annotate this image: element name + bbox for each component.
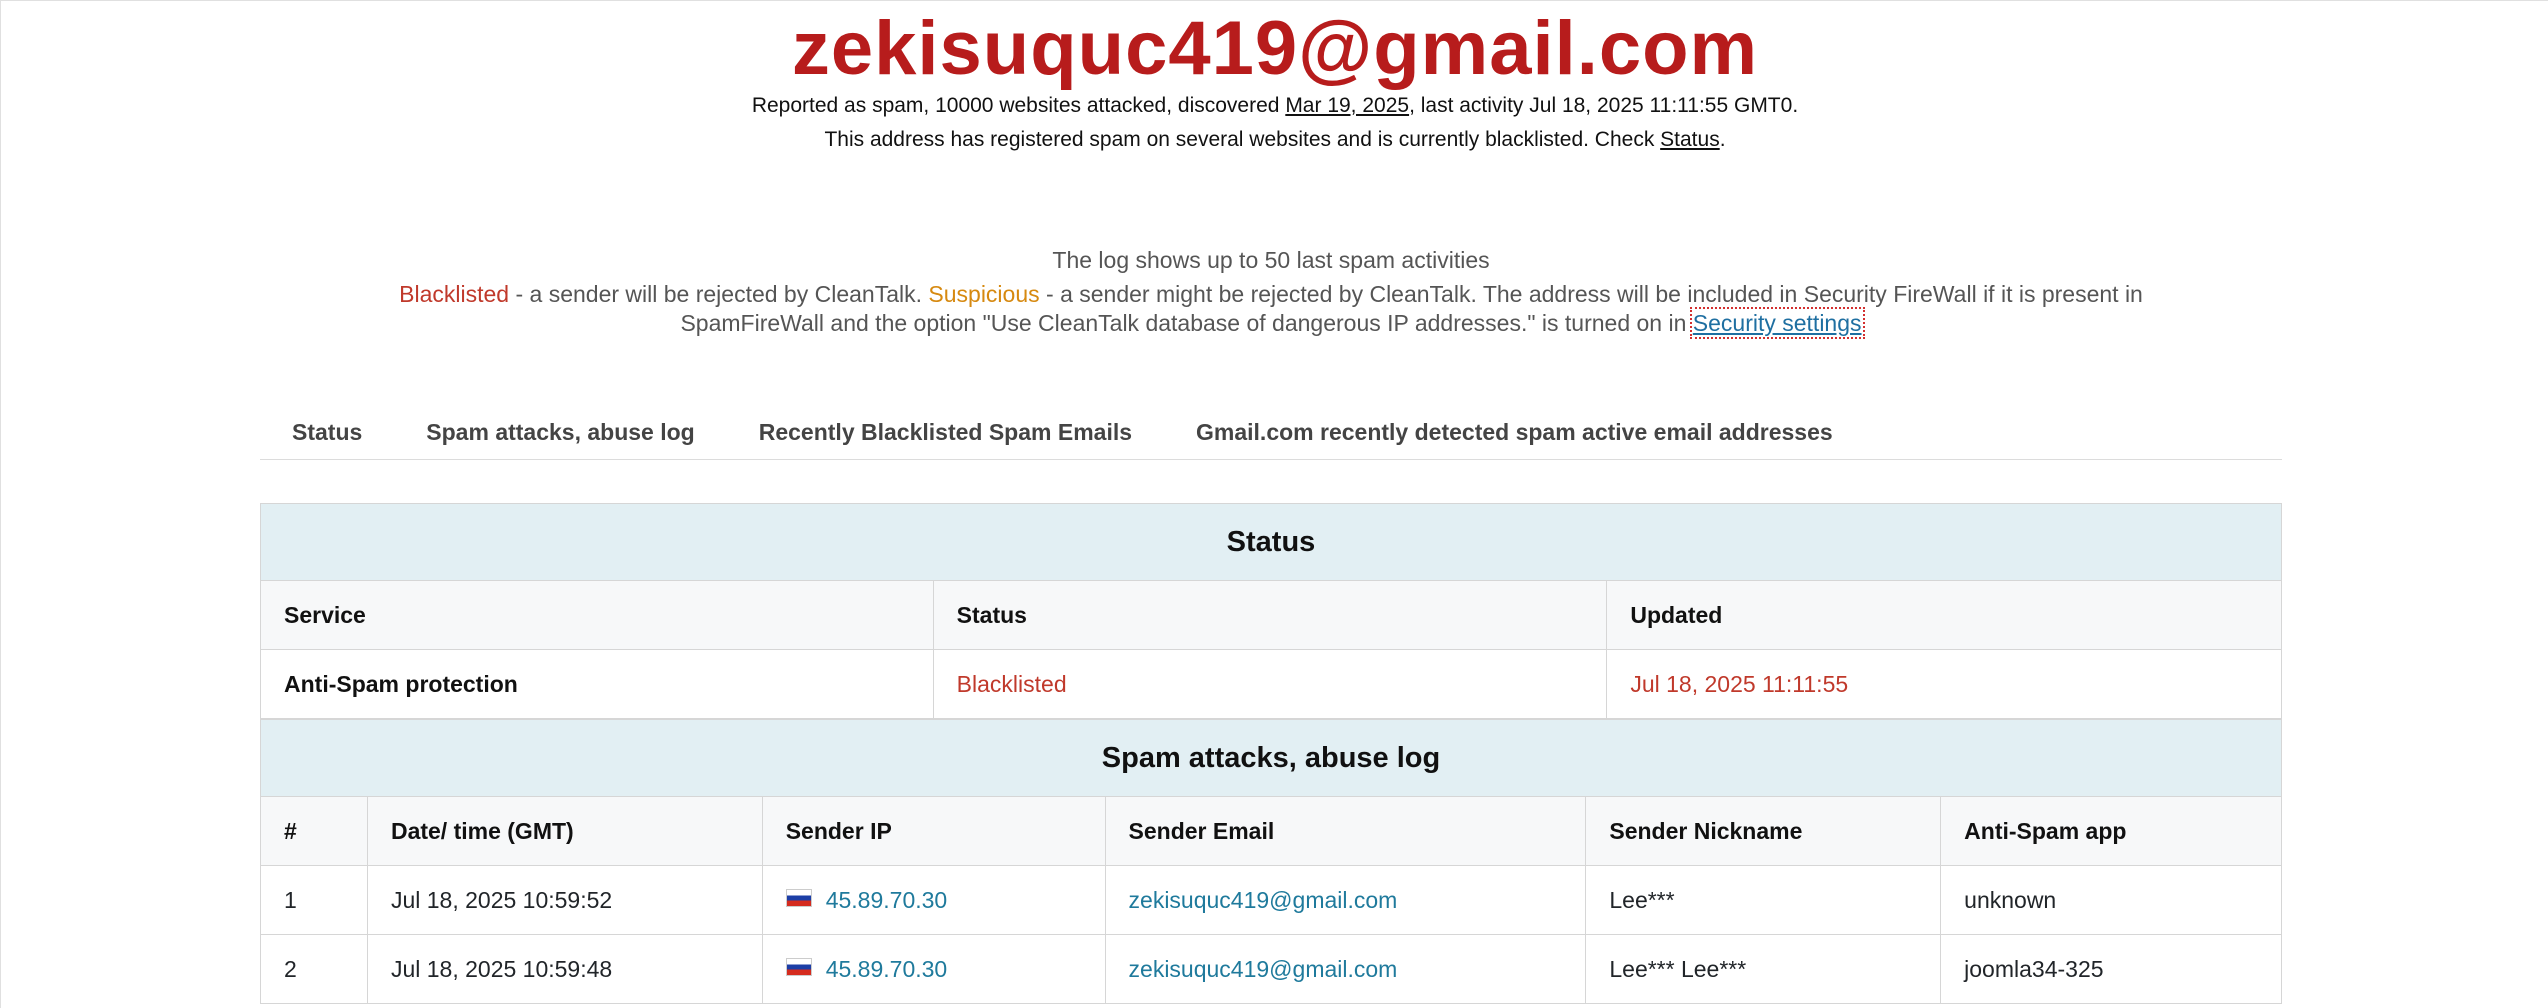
row-sender-email-cell: zekisuquc419@gmail.com [1104, 934, 1587, 1004]
abuse-log-table: Spam attacks, abuse log # Date/ time (GM… [260, 719, 2282, 1004]
row-number: 1 [260, 865, 368, 935]
log-note: The log shows up to 50 last spam activit… [1052, 247, 1490, 273]
report-summary-prefix: Reported as spam, 10000 websites attacke… [751, 94, 1286, 117]
log-section-heading: Spam attacks, abuse log [260, 719, 2282, 797]
page: zekisuquc419@gmail.com Reported as spam,… [0, 0, 2548, 1008]
russia-flag-icon [785, 889, 812, 908]
log-header-row: # Date/ time (GMT) Sender IP Sender Emai… [260, 796, 2282, 866]
column-header-datetime: Date/ time (GMT) [366, 796, 763, 866]
row-sender-email-cell: zekisuquc419@gmail.com [1104, 865, 1587, 935]
sender-ip-link[interactable]: 45.89.70.30 [826, 887, 948, 913]
discovered-date-link[interactable]: Mar 19, 2025 [1285, 94, 1409, 117]
column-header-status: Status [932, 580, 1608, 650]
column-header-sender-ip: Sender IP [761, 796, 1106, 866]
row-datetime: Jul 18, 2025 10:59:52 [366, 865, 763, 935]
row-sender-ip-cell: 45.89.70.30 [761, 865, 1106, 935]
service-name: Anti-Spam protection [260, 649, 934, 719]
table-row: 2 Jul 18, 2025 10:59:48 45.89.70.30 zeki… [260, 934, 2282, 1004]
row-sender-ip-cell: 45.89.70.30 [761, 934, 1106, 1004]
sender-email-link[interactable]: zekisuquc419@gmail.com [1129, 956, 1398, 982]
report-tables: Status Service Status Updated Anti-Spam … [260, 503, 2282, 1004]
legend-description: Blacklisted - a sender will be rejected … [361, 280, 2181, 339]
section-tabs: Status Spam attacks, abuse log Recently … [260, 405, 2282, 460]
page-title: zekisuquc419@gmail.com [791, 6, 1759, 91]
tab-gmail-spam-addresses[interactable]: Gmail.com recently detected spam active … [1164, 405, 1865, 459]
row-datetime: Jul 18, 2025 10:59:48 [366, 934, 763, 1004]
legend-firewall-text: SpamFireWall and the option "Use CleanTa… [680, 310, 1693, 336]
blacklist-notice-suffix: . [1719, 128, 1726, 151]
column-header-antispam-app: Anti-Spam app [1940, 796, 2282, 866]
blacklist-notice: This address has registered spam on seve… [1, 126, 2548, 154]
legend-blacklisted-desc: - a sender will be rejected by CleanTalk… [509, 281, 929, 307]
tab-status[interactable]: Status [260, 405, 394, 459]
security-settings-link[interactable]: Security settings [1689, 307, 1865, 339]
status-badge: Blacklisted [932, 649, 1608, 719]
row-sender-nickname: Lee*** Lee*** [1585, 934, 1942, 1004]
sender-ip-link[interactable]: 45.89.70.30 [826, 956, 948, 982]
russia-flag-icon [785, 958, 812, 977]
row-antispam-app: joomla34-325 [1940, 934, 2282, 1004]
legend-suspicious-label: Suspicious [928, 281, 1040, 307]
column-header-sender-email: Sender Email [1104, 796, 1587, 866]
legend-suspicious-desc: - a sender might be rejected by CleanTal… [1039, 281, 2143, 307]
sender-email-link[interactable]: zekisuquc419@gmail.com [1129, 887, 1398, 913]
legend-blacklisted-label: Blacklisted [399, 281, 510, 307]
blacklist-notice-prefix: This address has registered spam on seve… [824, 128, 1661, 151]
updated-timestamp: Jul 18, 2025 11:11:55 [1606, 649, 2282, 719]
status-link[interactable]: Status [1660, 128, 1720, 151]
row-sender-nickname: Lee*** [1585, 865, 1942, 935]
tab-recently-blacklisted[interactable]: Recently Blacklisted Spam Emails [727, 405, 1164, 459]
status-header-row: Service Status Updated [260, 580, 2282, 650]
column-header-updated: Updated [1606, 580, 2282, 650]
report-summary: Reported as spam, 10000 websites attacke… [1, 92, 2548, 120]
status-table: Status Service Status Updated Anti-Spam … [260, 503, 2282, 719]
status-section-heading: Status [260, 503, 2282, 581]
row-antispam-app: unknown [1940, 865, 2282, 935]
tab-spam-attacks[interactable]: Spam attacks, abuse log [394, 405, 726, 459]
column-header-sender-nickname: Sender Nickname [1585, 796, 1942, 866]
table-row: 1 Jul 18, 2025 10:59:52 45.89.70.30 zeki… [260, 865, 2282, 935]
column-header-number: # [260, 796, 368, 866]
report-summary-suffix: , last activity Jul 18, 2025 11:11:55 GM… [1409, 94, 1799, 117]
column-header-service: Service [260, 580, 934, 650]
row-number: 2 [260, 934, 368, 1004]
table-row: Anti-Spam protection Blacklisted Jul 18,… [260, 649, 2282, 719]
